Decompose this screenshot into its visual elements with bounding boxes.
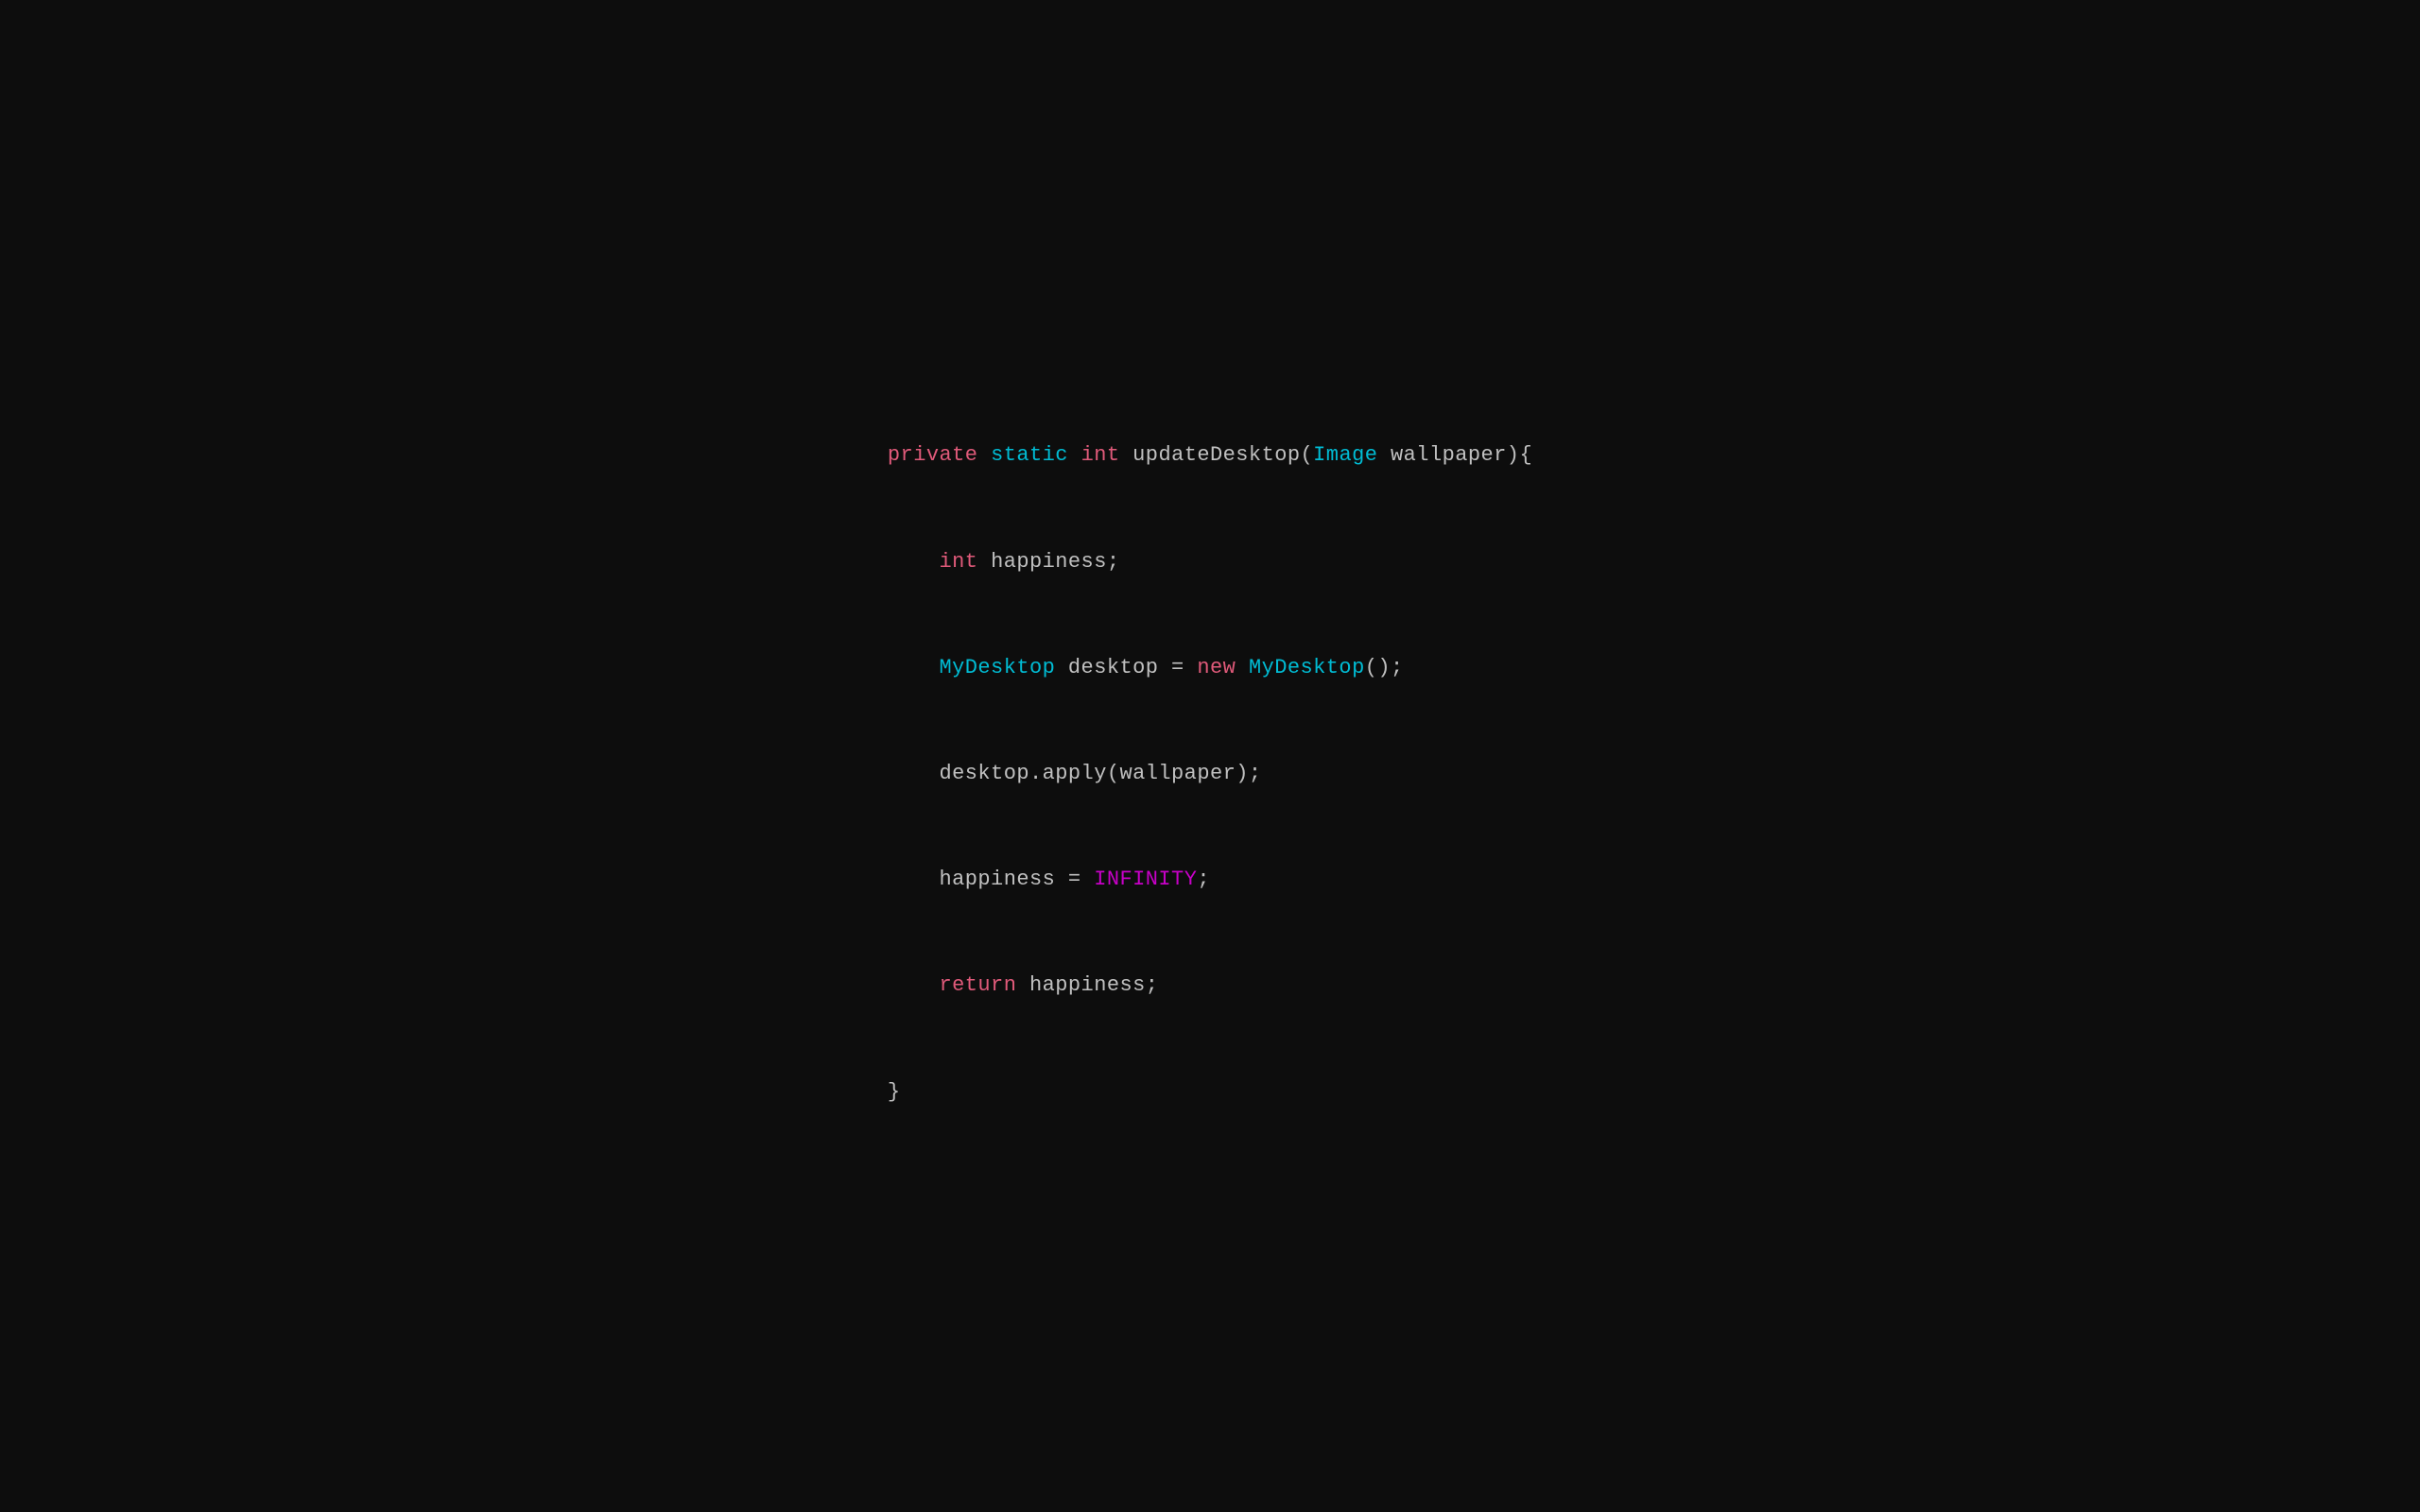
code-line-5: happiness = INFINITY; — [888, 862, 1532, 897]
apply-call: desktop.apply(wallpaper); — [939, 762, 1261, 785]
semicolon-5: ; — [1197, 868, 1210, 891]
code-block: private static int updateDesktop(Image w… — [888, 368, 1532, 1145]
code-line-6: return happiness; — [888, 968, 1532, 1003]
happiness-assign: happiness = — [939, 868, 1094, 891]
code-line-2: int happiness; — [888, 544, 1532, 579]
space-2 — [1068, 443, 1081, 467]
class-image: Image — [1313, 443, 1377, 467]
param: wallpaper){ — [1377, 443, 1532, 467]
method-name: updateDesktop( — [1120, 443, 1314, 467]
class-mydesktop-type: MyDesktop — [939, 656, 1055, 679]
indent-4 — [888, 868, 940, 891]
indent-1 — [888, 550, 940, 574]
keyword-static: static — [991, 443, 1068, 467]
space-1 — [977, 443, 991, 467]
keyword-private: private — [888, 443, 978, 467]
code-line-4: desktop.apply(wallpaper); — [888, 756, 1532, 791]
indent-2 — [888, 656, 940, 679]
var-desktop: desktop = — [1055, 656, 1197, 679]
keyword-return: return — [939, 973, 1016, 997]
return-value: happiness; — [1016, 973, 1158, 997]
code-line-7: } — [888, 1074, 1532, 1109]
var-happiness: happiness; — [977, 550, 1119, 574]
constant-infinity: INFINITY — [1094, 868, 1197, 891]
class-mydesktop-ctor: MyDesktop — [1249, 656, 1365, 679]
keyword-new: new — [1197, 656, 1236, 679]
space-new — [1236, 656, 1249, 679]
keyword-int-var: int — [939, 550, 977, 574]
code-line-1: private static int updateDesktop(Image w… — [888, 438, 1532, 472]
closing-brace: } — [888, 1080, 901, 1104]
indent-5 — [888, 973, 940, 997]
indent-3 — [888, 762, 940, 785]
code-line-3: MyDesktop desktop = new MyDesktop(); — [888, 650, 1532, 685]
keyword-int-return-type: int — [1081, 443, 1120, 467]
ctor-parens: (); — [1365, 656, 1404, 679]
